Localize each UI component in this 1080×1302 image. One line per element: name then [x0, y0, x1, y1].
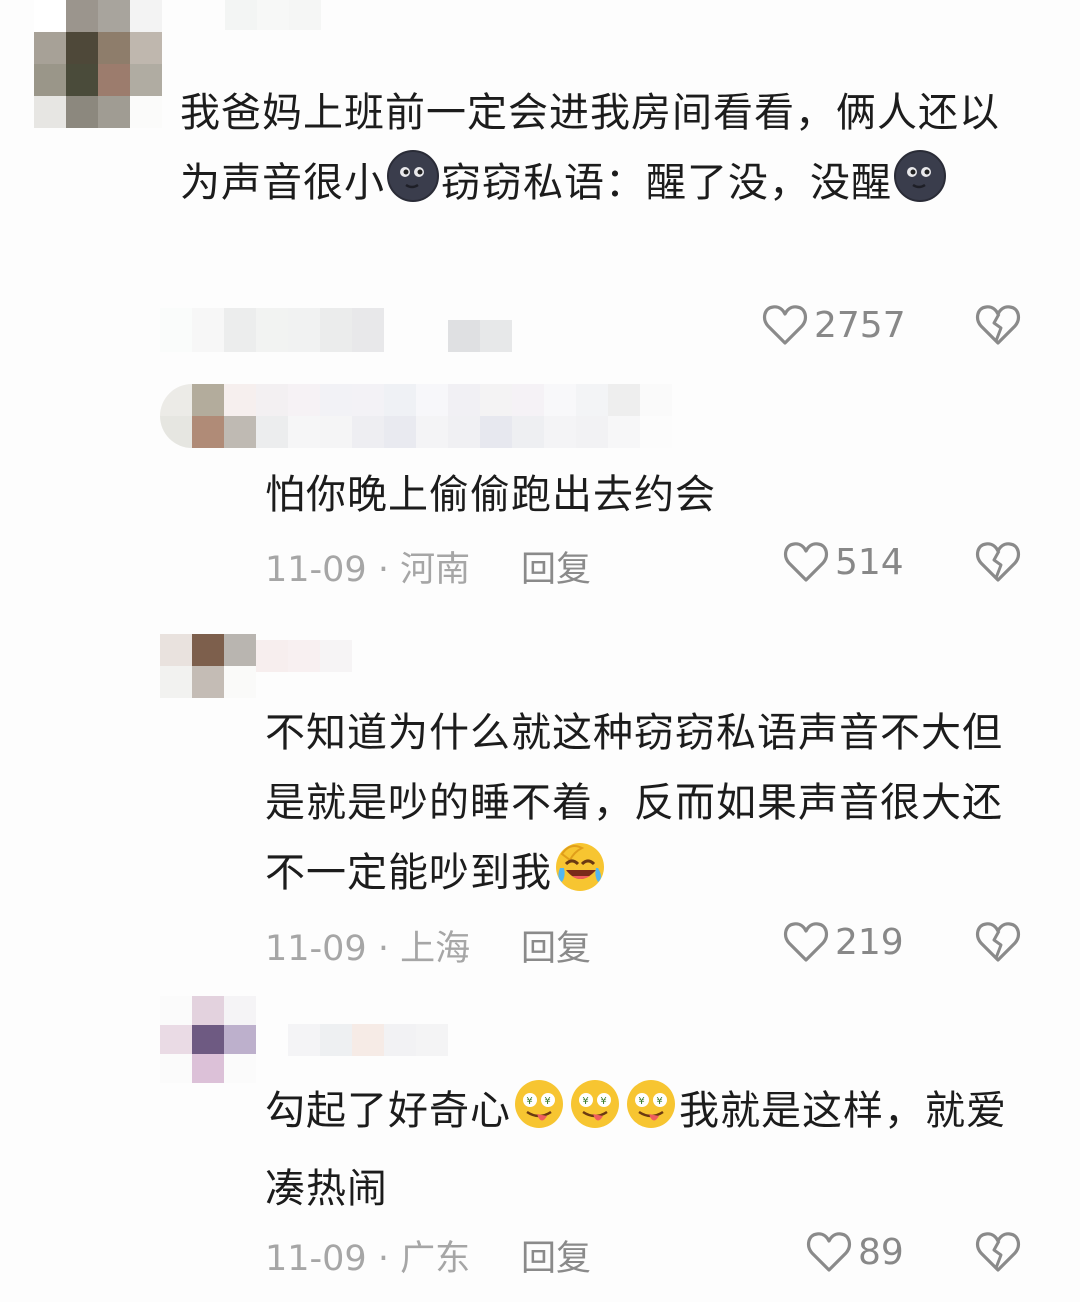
comment-meta: 11-09 · 广东	[265, 1239, 471, 1279]
svg-text:¥: ¥	[656, 1096, 663, 1107]
like-count: 219	[835, 921, 904, 963]
username-blurred[interactable]	[225, 0, 321, 30]
svg-text:¥: ¥	[600, 1096, 607, 1107]
avatar[interactable]	[160, 384, 256, 448]
reply-button[interactable]: 回复	[521, 920, 591, 971]
comment-text: 勾起了好奇心 ¥ ¥ ¥ ¥ ¥ ¥ 我就是这样，就爱凑热闹	[265, 1076, 1030, 1224]
comment-location: 河南	[400, 550, 471, 590]
reply-blurred	[448, 320, 512, 352]
like-count: 2757	[814, 304, 906, 346]
comment-meta: 11-09 · 上海	[265, 929, 471, 969]
like-button[interactable]: 514	[783, 540, 904, 584]
money-eyes-tongue-face-icon: ¥ ¥	[511, 1076, 567, 1154]
dislike-button[interactable]	[975, 303, 1021, 347]
heart-icon	[783, 540, 829, 584]
heart-icon	[806, 1230, 852, 1274]
dislike-button[interactable]	[975, 1230, 1021, 1274]
comment-date: 11-09	[265, 929, 367, 969]
heart-icon	[762, 303, 808, 347]
svg-text:¥: ¥	[544, 1096, 551, 1107]
broken-heart-icon	[975, 1230, 1021, 1274]
like-button[interactable]: 2757	[762, 303, 906, 347]
like-button[interactable]: 219	[783, 920, 904, 964]
comment-meta: 11-09 · 河南	[265, 550, 471, 590]
dislike-button[interactable]	[975, 920, 1021, 964]
username-blurred[interactable]	[288, 1024, 448, 1056]
broken-heart-icon	[975, 920, 1021, 964]
reply-button[interactable]: 回复	[521, 1230, 591, 1281]
money-eyes-tongue-face-icon: ¥ ¥	[623, 1076, 679, 1154]
avatar[interactable]	[160, 996, 256, 1083]
comment-date: 11-09	[265, 1239, 367, 1279]
like-count: 514	[835, 541, 904, 583]
comment-text: 我爸妈上班前一定会进我房间看看，俩人还以为声音很小 窃窃私语：醒了没，没醒	[180, 78, 1020, 226]
new-moon-face-icon	[385, 148, 441, 226]
comment-date: 11-09	[265, 550, 367, 590]
svg-text:¥: ¥	[526, 1096, 533, 1107]
comment-location: 上海	[400, 929, 471, 969]
svg-text:¥: ¥	[638, 1096, 645, 1107]
rolling-laughing-face-icon	[552, 838, 608, 916]
comment-text: 怕你晚上偷偷跑出去约会	[265, 472, 716, 518]
comment-location: 广东	[400, 1239, 471, 1279]
dislike-button[interactable]	[975, 540, 1021, 584]
comment-text: 不知道为什么就这种窃窃私语声音不大但是就是吵的睡不着，反而如果声音很大还不一定能…	[265, 698, 1030, 916]
username-blurred[interactable]	[256, 640, 352, 672]
new-moon-face-icon	[892, 148, 948, 226]
broken-heart-icon	[975, 540, 1021, 584]
avatar[interactable]	[34, 0, 162, 128]
heart-icon	[783, 920, 829, 964]
svg-text:¥: ¥	[582, 1096, 589, 1107]
broken-heart-icon	[975, 303, 1021, 347]
reply-button[interactable]: 回复	[521, 541, 591, 592]
avatar[interactable]	[160, 634, 256, 698]
meta-blurred	[160, 308, 384, 352]
like-button[interactable]: 89	[806, 1230, 904, 1274]
money-eyes-tongue-face-icon: ¥ ¥	[567, 1076, 623, 1154]
username-blurred[interactable]	[256, 384, 672, 448]
like-count: 89	[858, 1231, 904, 1273]
